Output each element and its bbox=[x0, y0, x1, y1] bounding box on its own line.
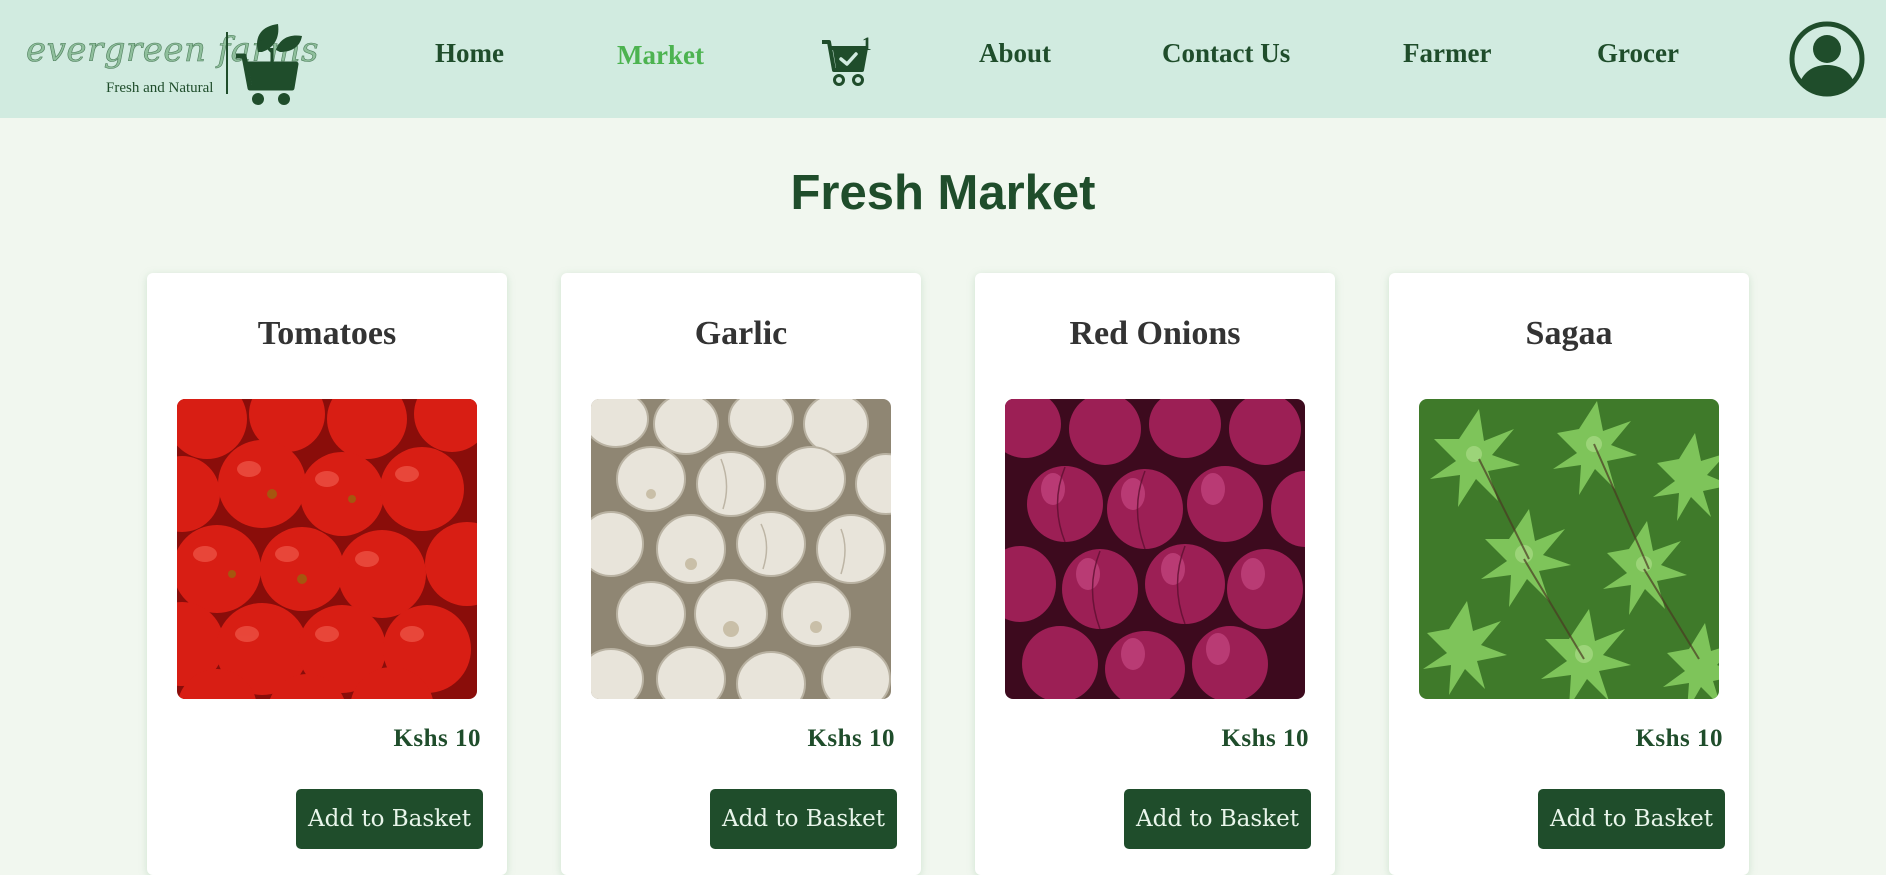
product-card: Red Onions Kshs 10 Add to Basket bbox=[975, 273, 1335, 875]
product-name: Tomatoes bbox=[257, 315, 397, 352]
nav-contact[interactable]: Contact Us bbox=[1162, 38, 1290, 69]
tomatoes-image bbox=[177, 399, 477, 699]
cart-leaf-logo-icon bbox=[236, 24, 302, 105]
garlic-image bbox=[591, 399, 891, 699]
sagaa-image bbox=[1419, 399, 1719, 699]
product-name: Garlic bbox=[694, 315, 788, 352]
product-price: Kshs 10 bbox=[393, 725, 481, 752]
nav-about[interactable]: About bbox=[979, 38, 1051, 69]
add-to-basket-button[interactable]: Add to Basket bbox=[1124, 789, 1311, 849]
cart-count-badge: 1 bbox=[862, 34, 872, 55]
page-title: Fresh Market bbox=[790, 166, 1096, 220]
product-price: Kshs 10 bbox=[1635, 725, 1723, 752]
logo-divider bbox=[226, 32, 228, 94]
nav-farmer[interactable]: Farmer bbox=[1403, 38, 1491, 69]
product-name: Red Onions bbox=[1069, 315, 1241, 352]
product-card: Sagaa Kshs 10 Add to Basket bbox=[1389, 273, 1749, 875]
nav-grocer[interactable]: Grocer bbox=[1597, 38, 1679, 69]
product-price: Kshs 10 bbox=[807, 725, 895, 752]
nav-market[interactable]: Market bbox=[617, 40, 704, 71]
add-to-basket-button[interactable]: Add to Basket bbox=[296, 789, 483, 849]
brand-logo[interactable]: evergreen farms Fresh and Natural bbox=[26, 20, 319, 106]
user-avatar-icon[interactable] bbox=[1788, 20, 1866, 98]
product-card: Garlic Kshs 10 Add to Basket bbox=[561, 273, 921, 875]
add-to-basket-button[interactable]: Add to Basket bbox=[710, 789, 897, 849]
product-price: Kshs 10 bbox=[1221, 725, 1309, 752]
navbar: evergreen farms Fresh and Natural Home M… bbox=[0, 0, 1886, 118]
brand-tagline: Fresh and Natural bbox=[106, 80, 214, 96]
add-to-basket-button[interactable]: Add to Basket bbox=[1538, 789, 1725, 849]
red-onions-image bbox=[1005, 399, 1305, 699]
product-name: Sagaa bbox=[1525, 315, 1613, 352]
product-card: Tomatoes Kshs 10 Add to Basket bbox=[147, 273, 507, 875]
nav-home[interactable]: Home bbox=[435, 38, 504, 69]
